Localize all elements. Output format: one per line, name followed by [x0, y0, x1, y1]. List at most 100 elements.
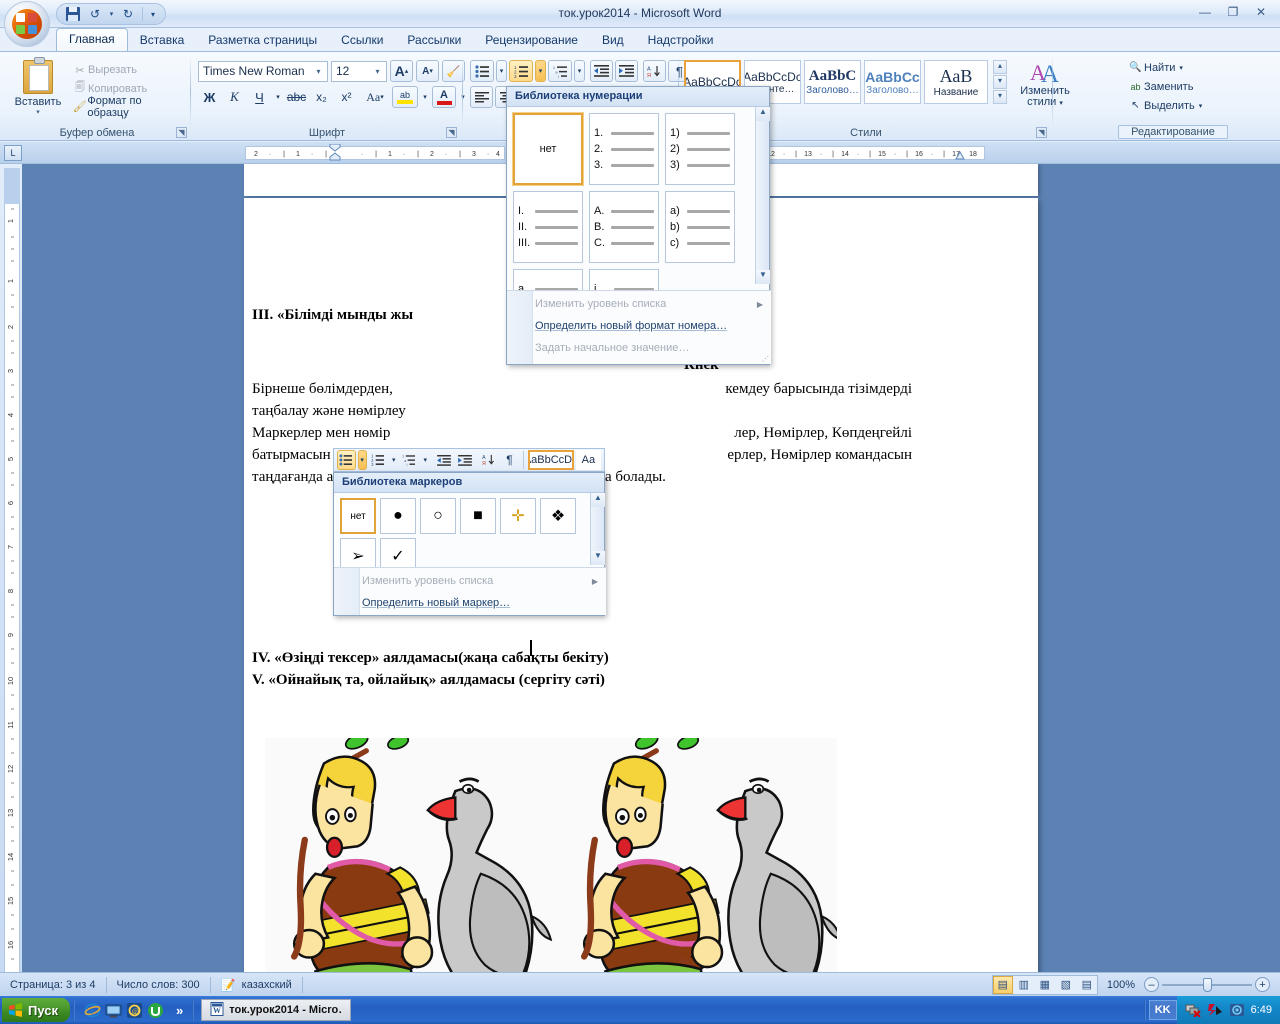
numbering-icon[interactable]: 123 [509, 60, 533, 82]
find-button[interactable]: 🔍 Найти ▾ [1124, 58, 1216, 77]
tab-selector[interactable]: L [4, 145, 22, 161]
mini-bullets-dropdown-icon[interactable]: ▾ [357, 450, 367, 470]
font-size-dropdown-icon[interactable]: ▾ [371, 67, 384, 76]
mini-increase-indent-icon[interactable] [455, 450, 474, 470]
menu-define-new-number-format[interactable]: Определить новый формат номера… [507, 315, 771, 337]
taskbar-window-button[interactable]: W ток.урок2014 - Micro… [201, 999, 352, 1021]
bullets-icon[interactable] [470, 60, 494, 82]
highlight-dropdown-icon[interactable]: ▾ [420, 86, 430, 108]
replace-button[interactable]: ab Заменить [1124, 77, 1216, 96]
undo-dropdown-icon[interactable]: ▾ [107, 5, 116, 23]
numbering-library-dropdown[interactable]: Библиотека нумерации нет 1. 2. 3. 1) 2) … [506, 86, 771, 365]
italic-button[interactable]: К [223, 86, 246, 108]
font-size-input[interactable]: 12 ▾ [331, 60, 387, 82]
bullet-cell-four-diamonds-colored[interactable]: ✛ [500, 498, 536, 534]
mini-multilevel-icon[interactable]: 1ai [400, 450, 419, 470]
menu-change-list-level[interactable]: ⇥ Изменить уровень списка ▶ [507, 293, 771, 315]
floating-paragraph-toolbar[interactable]: ▾ 123 ▾ 1ai ▾ AЯ ¶ AaBbCcDc Aa [333, 448, 605, 472]
style-title[interactable]: АаВ Название [924, 60, 988, 104]
mini-multilevel-dropdown-icon[interactable]: ▾ [421, 450, 430, 470]
outlook-icon[interactable]: @ [126, 1002, 143, 1019]
view-outline[interactable]: ▧ [1056, 976, 1076, 994]
numbering-cell-alpha-lower-paren[interactable]: a) b) c) [665, 191, 735, 263]
font-name-input[interactable]: Times New Roman ▾ [198, 60, 328, 82]
right-indent-marker[interactable] [955, 150, 965, 160]
multilevel-list-icon[interactable]: 1ai [548, 60, 572, 82]
cut-button[interactable]: ✂ Вырезать [68, 61, 186, 79]
numbering-cell-decimal-paren[interactable]: 1) 2) 3) [665, 113, 735, 185]
horizontal-ruler-right-segment[interactable]: ·12·| 13·| 14·| 15·| 16·| 1718 [750, 146, 985, 160]
numbering-dropdown-icon[interactable]: ▾ [535, 60, 546, 82]
gallery-scroll-up-icon[interactable]: ▲ [756, 107, 770, 121]
tab-references[interactable]: Ссылки [329, 30, 395, 52]
bullet-cell-four-diamonds[interactable]: ❖ [540, 498, 576, 534]
select-dropdown-icon[interactable]: ▾ [1199, 102, 1203, 110]
numbering-cell-decimal-dot[interactable]: 1. 2. 3. [589, 113, 659, 185]
zoom-slider[interactable] [1162, 977, 1252, 992]
tab-review[interactable]: Рецензирование [473, 30, 590, 52]
bullet-cell-hollow-circle[interactable]: ○ [420, 498, 456, 534]
change-styles-button[interactable]: AA Изменить стили ▾ [1014, 60, 1076, 109]
mini-sort-icon[interactable]: AЯ [479, 450, 498, 470]
tab-page-layout[interactable]: Разметка страницы [196, 30, 329, 52]
font-name-dropdown-icon[interactable]: ▾ [312, 67, 325, 76]
internet-explorer-icon[interactable]: e [84, 1002, 101, 1019]
indent-markers[interactable] [329, 143, 341, 162]
view-web-layout[interactable]: ▦ [1035, 976, 1055, 994]
view-print-layout[interactable]: ▤ [992, 975, 1013, 994]
view-draft[interactable]: ▤ [1077, 976, 1097, 994]
bullet-gallery-scrollbar[interactable]: ▲ ▼ [590, 493, 605, 565]
select-button[interactable]: ↖ Выделить ▾ [1124, 96, 1216, 115]
bullet-cell-filled-square[interactable]: ■ [460, 498, 496, 534]
tab-view[interactable]: Вид [590, 30, 636, 52]
superscript-button[interactable]: x² [335, 86, 358, 108]
tab-mailings[interactable]: Рассылки [395, 30, 473, 52]
underline-dropdown-icon[interactable]: ▾ [273, 86, 283, 108]
sort-icon[interactable]: AЯ [643, 60, 666, 82]
numbering-cell-roman-upper[interactable]: I. II. III. [513, 191, 583, 263]
font-color-button[interactable]: A [432, 86, 456, 108]
format-painter-button[interactable]: 🖌 Формат по образцу [68, 95, 186, 119]
styles-dialog-launcher[interactable]: ◥ [1036, 127, 1047, 138]
clipboard-dialog-launcher[interactable]: ◥ [176, 127, 187, 138]
show-desktop-icon[interactable] [105, 1002, 122, 1019]
mini-bullets-icon[interactable] [337, 450, 356, 470]
tab-addins[interactable]: Надстройки [636, 30, 726, 52]
bullet-cell-none[interactable]: нет [340, 498, 376, 534]
bullet-scroll-up-icon[interactable]: ▲ [591, 493, 605, 507]
bullet-cell-filled-circle[interactable]: ● [380, 498, 416, 534]
bullet-library-dropdown[interactable]: Библиотека маркеров нет ● ○ ■ ✛ ❖ ➢ ✓ ▲ … [333, 472, 606, 616]
restore-button[interactable]: ❐ [1220, 3, 1246, 21]
zoom-level[interactable]: 100% [1107, 979, 1135, 991]
redo-icon[interactable]: ↻ [118, 5, 138, 23]
shrink-font-button[interactable]: A ▾ [416, 60, 439, 82]
numbering-cell-alpha-upper[interactable]: A. B. C. [589, 191, 659, 263]
undo-icon[interactable]: ↺ [85, 5, 105, 23]
paste-dropdown-icon[interactable]: ▾ [36, 108, 40, 116]
highlight-color-button[interactable]: ab [392, 86, 418, 108]
styles-scroll-down-icon[interactable]: ▾ [993, 75, 1007, 89]
bullet-menu-define-new-bullet[interactable]: Определить новый маркер… [334, 592, 606, 614]
styles-more-icon[interactable]: ▾ [993, 90, 1007, 104]
kaspersky-icon[interactable] [1207, 1003, 1223, 1017]
volume-icon[interactable] [1229, 1003, 1245, 1017]
zoom-slider-handle[interactable] [1203, 977, 1212, 992]
document-image[interactable] [265, 738, 837, 972]
style-heading2[interactable]: AaBbCc Заголово… [864, 60, 921, 104]
bullet-scroll-down-icon[interactable]: ▼ [591, 551, 605, 565]
vertical-ruler[interactable]: 2 1 1 2 3 4 5 6 7 8 9 10 11 12 13 14 15 … [4, 168, 20, 976]
style-heading1[interactable]: AaBbC Заголово… [804, 60, 861, 104]
view-full-screen-reading[interactable]: ▥ [1014, 976, 1034, 994]
mini-numbering-icon[interactable]: 123 [369, 450, 388, 470]
change-case-button[interactable]: Aa ▾ [360, 86, 390, 108]
status-word-count[interactable]: Число слов: 300 [107, 976, 210, 994]
subscript-button[interactable]: x₂ [310, 86, 333, 108]
mini-formatting-marks-icon[interactable]: ¶ [500, 450, 519, 470]
font-dialog-launcher[interactable]: ◥ [446, 127, 457, 138]
horizontal-ruler-left-segment[interactable]: 2 · | 1 · | · | 1 · | 2 · | 3 · 4 [245, 146, 505, 160]
mini-decrease-indent-icon[interactable] [435, 450, 454, 470]
increase-indent-icon[interactable] [615, 60, 638, 82]
quick-launch-more-icon[interactable]: » [170, 1003, 189, 1018]
grow-font-button[interactable]: A ▴ [390, 60, 413, 82]
language-indicator[interactable]: KK [1148, 1000, 1177, 1020]
